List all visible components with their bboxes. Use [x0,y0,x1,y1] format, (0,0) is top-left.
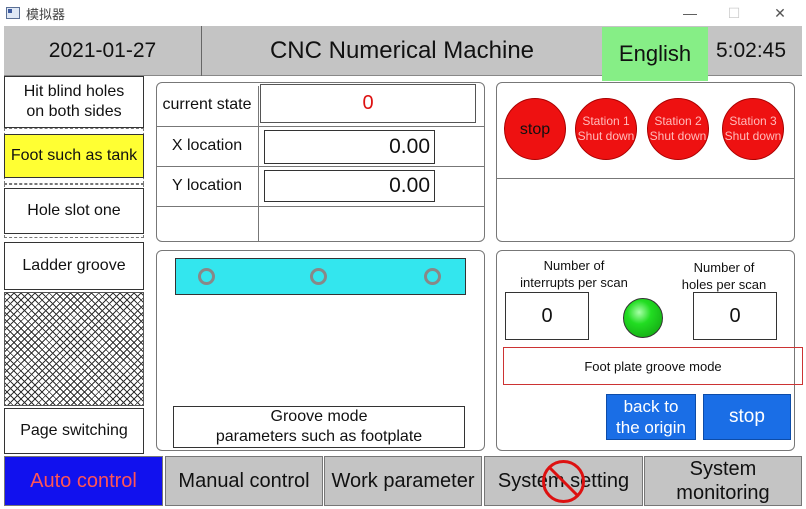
system-monitoring-line2: monitoring [676,482,770,504]
page-switching-label: Page switching [20,422,128,439]
rail-hole-icon [198,268,215,285]
rail-hole-icon [424,268,441,285]
x-location-label: X location [171,137,243,154]
sidebar-item-label: Foot such as tank [10,147,138,164]
current-state-value: 0 [260,84,476,123]
status-light-icon [623,298,663,338]
language-button[interactable]: English [602,27,708,81]
sidebar-item-foot-tank[interactable]: Foot such as tank [4,134,144,178]
stop-button[interactable]: stop [703,394,791,440]
x-location-value: 0.00 [264,130,435,164]
y-location-label: Y location [172,177,242,194]
sidebar-item-label: Hole slot one [27,202,121,219]
station-3-line2: Shut down [724,129,782,143]
holes-value: 0 [693,292,777,340]
state-panel-divider [157,126,484,127]
holes-label: Number of holes per scan [664,258,784,294]
sidebar-item-label: Ladder groove [22,257,126,274]
maximize-icon[interactable]: ☐ [724,4,744,22]
page-switching-button[interactable]: Page switching [4,408,144,454]
minimize-icon[interactable]: — [680,4,700,22]
app-icon [6,6,20,19]
state-panel-divider [157,166,484,167]
groove-mode-line2: parameters such as footplate [215,428,423,445]
tab-manual-control[interactable]: Manual control [165,456,323,506]
state-panel-divider [157,206,484,207]
stop-indicator[interactable]: stop [504,98,566,160]
station-1-line2: Shut down [577,129,635,143]
mode-display: Foot plate groove mode [503,347,803,385]
sidebar-item-label: Hit blind holes [23,83,125,100]
current-state-label: current state [162,96,252,113]
interrupts-value: 0 [505,292,589,340]
page-title: CNC Numerical Machine [269,37,535,64]
station-2-indicator: Station 2 Shut down [647,98,709,160]
station-3-line1: Station 3 [729,114,777,128]
station-1-indicator: Station 1 Shut down [575,98,637,160]
sidebar-item-hole-slot[interactable]: Hole slot one [4,188,144,234]
interrupts-label-line2: interrupts per scan [520,275,628,290]
back-to-origin-button[interactable]: back to the origin [606,394,696,440]
tab-auto-control[interactable]: Auto control [4,456,163,506]
interrupts-label: Number of interrupts per scan [508,256,640,292]
holes-label-line2: holes per scan [681,277,767,292]
close-icon[interactable]: ✕ [770,4,790,22]
sidebar-item-label: on both sides [26,103,122,120]
station-panel-divider [497,178,794,179]
sidebar-hatch-area [4,292,144,406]
sidebar-item-blind-holes[interactable]: Hit blind holes on both sides [4,76,144,128]
prohibited-icon [541,459,586,504]
window-title: 模拟器 [26,7,66,22]
rail-hole-icon [310,268,327,285]
sidebar-item-ladder-groove[interactable]: Ladder groove [4,242,144,290]
holes-label-line1: Number of [693,260,755,275]
station-2-line2: Shut down [649,129,707,143]
station-3-indicator: Station 3 Shut down [722,98,784,160]
date-display: 2021-01-27 [4,26,202,76]
system-monitoring-line1: System [689,458,757,480]
groove-mode-box: Groove mode parameters such as footplate [173,406,465,448]
y-location-value: 0.00 [264,170,435,202]
tab-system-monitoring[interactable]: System monitoring [644,456,802,506]
groove-mode-line1: Groove mode [270,408,368,425]
time-display: 5:02:45 [715,39,787,62]
station-2-line1: Station 2 [654,114,702,128]
tab-work-parameter[interactable]: Work parameter [324,456,482,506]
back-to-origin-line1: back to [623,397,679,416]
interrupts-label-line1: Number of [543,258,605,273]
back-to-origin-line2: the origin [616,418,686,437]
station-1-line1: Station 1 [582,114,630,128]
state-panel-divider [258,86,259,242]
